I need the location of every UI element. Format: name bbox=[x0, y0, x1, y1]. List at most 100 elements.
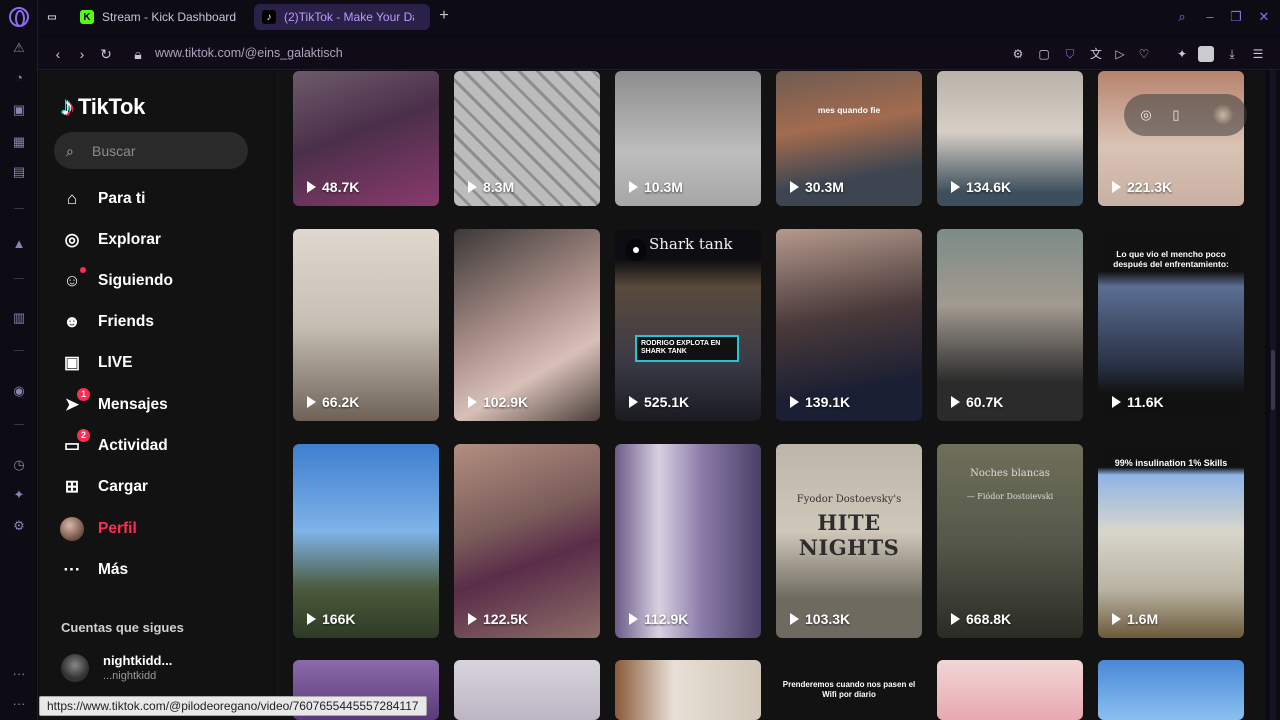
more-icon[interactable]: ··· bbox=[9, 664, 29, 684]
video-card[interactable]: 60.7K bbox=[937, 229, 1083, 421]
video-card[interactable]: 134.6K bbox=[937, 71, 1083, 206]
scrollbar[interactable] bbox=[1270, 70, 1276, 720]
minimize-button[interactable]: – bbox=[1202, 9, 1218, 25]
tab-label: Stream - Kick Dashboard bbox=[102, 10, 237, 24]
warning-icon[interactable]: ⚠ bbox=[9, 38, 29, 58]
close-button[interactable]: ✕ bbox=[1256, 9, 1272, 25]
lock-icon[interactable]: 🔒︎ bbox=[130, 46, 146, 62]
avatar[interactable] bbox=[1212, 104, 1234, 126]
forward-button[interactable]: › bbox=[74, 46, 90, 62]
history-icon[interactable]: ◷ bbox=[9, 455, 29, 475]
view-count: 525.1K bbox=[629, 394, 689, 410]
view-count: 48.7K bbox=[307, 179, 359, 195]
floating-controls: ◎ ▯ bbox=[1124, 94, 1247, 136]
nav-cargar[interactable]: ⊞ Cargar bbox=[60, 472, 148, 502]
view-count: 112.9K bbox=[629, 611, 688, 627]
extensions-icon[interactable]: ✦ bbox=[1174, 46, 1190, 62]
vpn-shield-icon[interactable]: ⛉ bbox=[1062, 46, 1078, 62]
video-card[interactable]: Fyodor Dostoevsky's HITE NIGHTS 103.3K bbox=[776, 444, 922, 638]
play-icon bbox=[468, 181, 477, 193]
maximize-button[interactable]: ❐ bbox=[1228, 9, 1244, 25]
settings-icon[interactable]: ⚙ bbox=[9, 516, 29, 536]
video-card[interactable]: Noches blancas — Fiódor Dostoievski 668.… bbox=[937, 444, 1083, 638]
video-card[interactable]: 99% insulination 1% Skills 1.6M bbox=[1098, 444, 1244, 638]
video-card[interactable] bbox=[937, 660, 1083, 720]
tab-tiktok[interactable]: ♪ (2)TikTok - Make Your Da bbox=[254, 4, 430, 30]
video-card[interactable]: 8.3M bbox=[454, 71, 600, 206]
video-card[interactable]: mes quando fie 30.3M bbox=[776, 71, 922, 206]
play-icon bbox=[629, 181, 638, 193]
nav-live[interactable]: ▣ LIVE bbox=[60, 348, 132, 378]
nav-explorar[interactable]: ◎ Explorar bbox=[60, 225, 161, 255]
heart-icon[interactable]: ♡ bbox=[1136, 46, 1152, 62]
tab-snapshot[interactable]: ▭ bbox=[38, 4, 66, 30]
back-button[interactable]: ‹ bbox=[50, 46, 66, 62]
search-input[interactable] bbox=[92, 142, 232, 159]
nav-siguiendo[interactable]: ☺ Siguiendo bbox=[60, 266, 173, 296]
video-card[interactable]: 10.3M bbox=[615, 71, 761, 206]
messages-icon: ➤ 1 bbox=[60, 388, 90, 417]
nav-mensajes[interactable]: ➤ 1 Mensajes bbox=[60, 388, 168, 420]
video-card[interactable]: 48.7K bbox=[293, 71, 439, 206]
search-box[interactable]: ⌕ bbox=[54, 132, 248, 169]
play-icon bbox=[307, 181, 316, 193]
nav-mas[interactable]: ··· Más bbox=[60, 555, 129, 585]
profile-avatar-icon[interactable] bbox=[1198, 46, 1214, 62]
play-icon bbox=[790, 181, 799, 193]
tiktok-logo[interactable]: ♪ TikTok bbox=[61, 91, 145, 122]
url-field[interactable]: www.tiktok.com/@eins_galaktisch bbox=[155, 46, 343, 60]
view-count: 8.3M bbox=[468, 179, 514, 195]
video-overlay-text: Prenderemos cuando nos pasen el Wifi por… bbox=[782, 680, 916, 699]
friends-icon: ☻ bbox=[63, 312, 81, 331]
following-account[interactable]: nightkidd... ...nightkidd bbox=[61, 653, 172, 682]
nav-perfil[interactable]: Perfil bbox=[60, 514, 137, 544]
tab-kick[interactable]: K Stream - Kick Dashboard bbox=[72, 4, 252, 30]
play-icon[interactable]: ▷ bbox=[1112, 46, 1128, 62]
download-icon[interactable]: ⤓ bbox=[1224, 46, 1240, 62]
video-card[interactable] bbox=[454, 660, 600, 720]
view-count: 102.9K bbox=[468, 394, 528, 410]
video-card[interactable]: 221.3K bbox=[1098, 71, 1244, 206]
extensions-icon[interactable]: ✦ bbox=[9, 485, 29, 505]
video-card[interactable]: Shark tank RODRIGO EXPLOTA EN SHARK TANK… bbox=[615, 229, 761, 421]
extension-icon[interactable]: ⚙ bbox=[1010, 46, 1026, 62]
video-card[interactable]: 102.9K bbox=[454, 229, 600, 421]
snapshot-icon[interactable]: ▢ bbox=[1036, 46, 1052, 62]
view-count: 66.2K bbox=[307, 394, 359, 410]
nav-actividad[interactable]: ▭ 2 Actividad bbox=[60, 429, 168, 461]
more-icon[interactable]: ··· bbox=[9, 694, 29, 714]
video-card[interactable]: 112.9K bbox=[615, 444, 761, 638]
translate-icon[interactable]: 文 bbox=[1088, 46, 1104, 62]
video-overlay-text: Shark tank bbox=[649, 235, 733, 253]
messenger-icon[interactable]: ▤ bbox=[9, 162, 29, 182]
new-tab-button[interactable]: + bbox=[436, 8, 452, 24]
video-card[interactable]: 66.2K bbox=[293, 229, 439, 421]
gamepad-icon[interactable]: ▦ bbox=[9, 132, 29, 152]
video-card[interactable]: 122.5K bbox=[454, 444, 600, 638]
video-card[interactable]: Lo que vio el mencho poco después del en… bbox=[1098, 229, 1244, 421]
menu-icon[interactable]: ☰ bbox=[1250, 46, 1266, 62]
twitch-icon[interactable]: ▥ bbox=[9, 308, 29, 328]
following-section-title: Cuentas que sigues bbox=[61, 620, 184, 635]
player-icon[interactable]: ◉ bbox=[9, 381, 29, 401]
aria-icon[interactable]: ◔ bbox=[9, 68, 29, 88]
video-card[interactable] bbox=[1098, 660, 1244, 720]
nav-label: Actividad bbox=[98, 437, 168, 454]
phone-icon[interactable]: ▯ bbox=[1168, 107, 1184, 123]
nav-para-ti[interactable]: ⌂ Para ti bbox=[60, 184, 146, 214]
video-overlay-text: Lo que vio el mencho poco después del en… bbox=[1113, 249, 1229, 270]
rotate-icon[interactable]: ◎ bbox=[1138, 107, 1154, 123]
bag-icon[interactable]: ▣ bbox=[9, 100, 29, 120]
video-card[interactable]: 166K bbox=[293, 444, 439, 638]
search-icon[interactable]: ⌕ bbox=[1174, 9, 1190, 25]
view-count: 122.5K bbox=[468, 611, 528, 627]
video-card[interactable]: Prenderemos cuando nos pasen el Wifi por… bbox=[776, 660, 922, 720]
reload-button[interactable]: ↻ bbox=[98, 46, 114, 62]
nav-friends[interactable]: ☻ Friends bbox=[60, 307, 154, 337]
video-card[interactable] bbox=[615, 660, 761, 720]
scrollbar-thumb[interactable] bbox=[1271, 350, 1275, 410]
opera-logo-icon[interactable] bbox=[9, 7, 29, 27]
kick-icon[interactable]: ▲ bbox=[9, 234, 29, 254]
video-card[interactable]: 139.1K bbox=[776, 229, 922, 421]
tiktok-sidebar: ♪ TikTok ⌕ ⌂ Para ti ◎ Explorar ☺ Siguie… bbox=[39, 71, 274, 720]
